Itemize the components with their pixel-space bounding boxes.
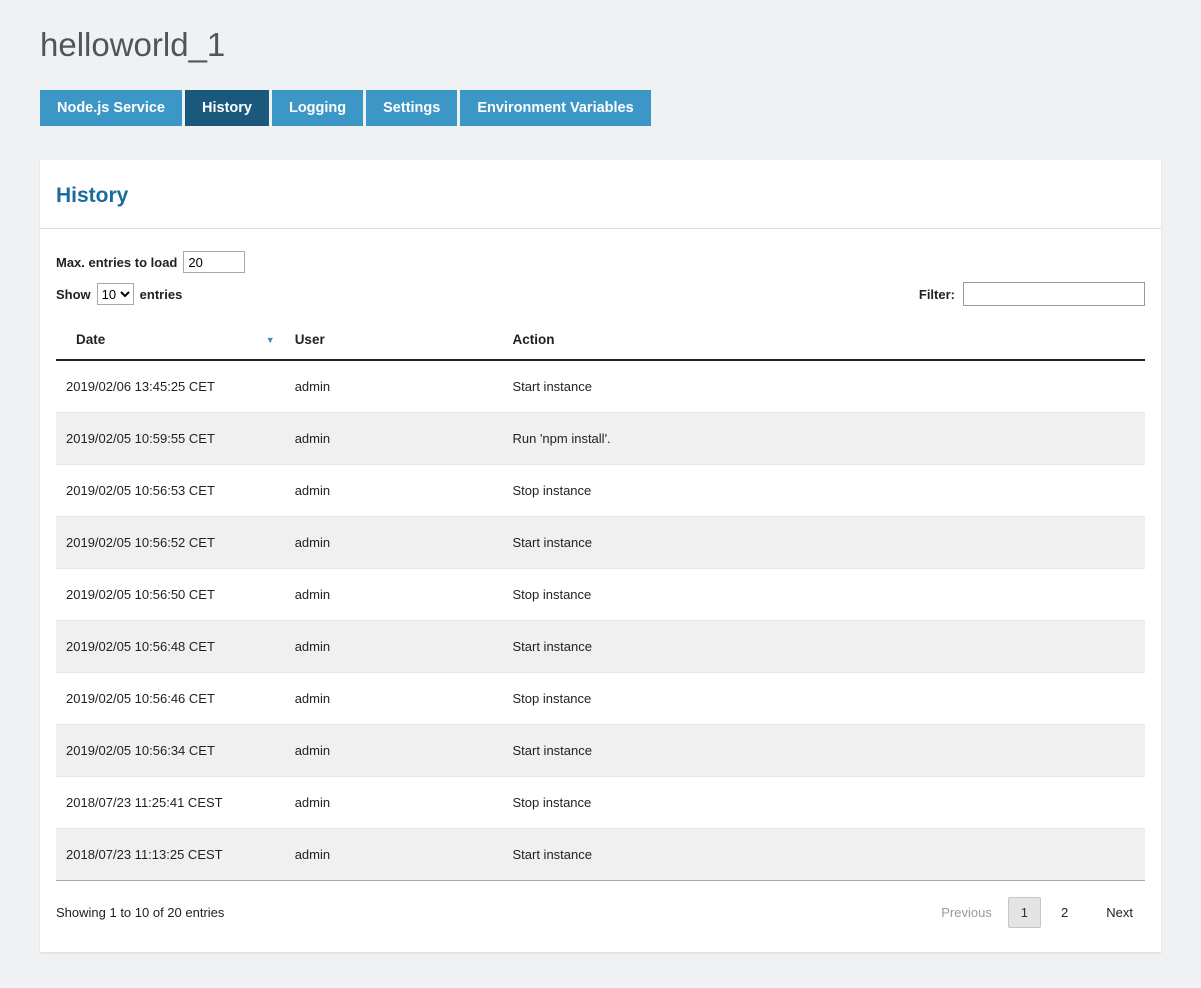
history-table-body: 2019/02/06 13:45:25 CETadminStart instan…: [56, 360, 1145, 881]
table-cell: admin: [285, 413, 503, 465]
filter-label: Filter:: [919, 287, 955, 302]
table-cell: admin: [285, 777, 503, 829]
table-cell: Start instance: [502, 829, 1145, 881]
column-header-action-label: Action: [512, 332, 554, 347]
entries-label: entries: [140, 287, 183, 302]
table-cell: 2019/02/05 10:56:50 CET: [56, 569, 285, 621]
max-entries-input[interactable]: [183, 251, 245, 273]
pagination-page-2-button[interactable]: 2: [1049, 898, 1080, 927]
tab-settings[interactable]: Settings: [366, 90, 457, 126]
show-label: Show: [56, 287, 91, 302]
table-row: 2018/07/23 11:25:41 CESTadminStop instan…: [56, 777, 1145, 829]
table-footer: Showing 1 to 10 of 20 entries Previous 1…: [56, 881, 1145, 938]
table-cell: 2019/02/05 10:56:34 CET: [56, 725, 285, 777]
table-cell: admin: [285, 569, 503, 621]
table-cell: admin: [285, 621, 503, 673]
table-cell: Start instance: [502, 725, 1145, 777]
column-header-user[interactable]: User: [285, 320, 503, 360]
page: helloworld_1 Node.js Service History Log…: [0, 0, 1201, 988]
max-entries-control: Max. entries to load: [56, 251, 1145, 273]
table-cell: 2019/02/05 10:59:55 CET: [56, 413, 285, 465]
max-entries-label: Max. entries to load: [56, 255, 177, 270]
table-cell: admin: [285, 360, 503, 413]
column-header-date-label: Date: [76, 332, 105, 347]
pagination: Previous 1 2 Next: [929, 897, 1145, 928]
panel-heading: History: [56, 184, 1145, 208]
table-cell: Stop instance: [502, 569, 1145, 621]
table-cell: 2019/02/05 10:56:53 CET: [56, 465, 285, 517]
panel-header: History: [40, 160, 1161, 229]
table-cell: 2018/07/23 11:25:41 CEST: [56, 777, 285, 829]
table-row: 2019/02/05 10:56:34 CETadminStart instan…: [56, 725, 1145, 777]
show-entries-control: Show 10 entries: [56, 283, 182, 305]
filter-input[interactable]: [963, 282, 1145, 306]
table-row: 2019/02/05 10:56:46 CETadminStop instanc…: [56, 673, 1145, 725]
table-cell: Stop instance: [502, 777, 1145, 829]
filter-control: Filter:: [919, 282, 1145, 306]
history-table: Date ▼ User Action 2019/02/06 13:45:25 C…: [56, 320, 1145, 881]
table-row: 2019/02/05 10:56:52 CETadminStart instan…: [56, 517, 1145, 569]
table-row: 2019/02/05 10:59:55 CETadminRun 'npm ins…: [56, 413, 1145, 465]
page-length-select[interactable]: 10: [97, 283, 134, 305]
history-panel: History Max. entries to load Show 10 ent…: [40, 160, 1161, 952]
table-cell: admin: [285, 673, 503, 725]
table-cell: Start instance: [502, 517, 1145, 569]
tab-logging[interactable]: Logging: [272, 90, 363, 126]
column-header-action[interactable]: Action: [502, 320, 1145, 360]
column-header-date[interactable]: Date ▼: [56, 320, 285, 360]
panel-body: Max. entries to load Show 10 entries Fil…: [40, 251, 1161, 952]
page-title: helloworld_1: [40, 26, 1161, 64]
table-cell: Stop instance: [502, 673, 1145, 725]
table-cell: admin: [285, 465, 503, 517]
table-cell: 2019/02/06 13:45:25 CET: [56, 360, 285, 413]
table-cell: 2019/02/05 10:56:46 CET: [56, 673, 285, 725]
pagination-previous-button[interactable]: Previous: [929, 898, 1004, 927]
sort-descending-icon: ▼: [266, 335, 275, 345]
table-cell: Stop instance: [502, 465, 1145, 517]
table-cell: Start instance: [502, 621, 1145, 673]
table-cell: Run 'npm install'.: [502, 413, 1145, 465]
table-cell: admin: [285, 517, 503, 569]
table-row: 2019/02/05 10:56:50 CETadminStop instanc…: [56, 569, 1145, 621]
table-cell: 2019/02/05 10:56:48 CET: [56, 621, 285, 673]
table-cell: 2018/07/23 11:13:25 CEST: [56, 829, 285, 881]
table-row: 2019/02/06 13:45:25 CETadminStart instan…: [56, 360, 1145, 413]
table-row: 2018/07/23 11:13:25 CESTadminStart insta…: [56, 829, 1145, 881]
showing-entries-info: Showing 1 to 10 of 20 entries: [56, 905, 224, 920]
pagination-next-button[interactable]: Next: [1094, 898, 1145, 927]
table-cell: Start instance: [502, 360, 1145, 413]
column-header-user-label: User: [295, 332, 325, 347]
pagination-page-1-button[interactable]: 1: [1008, 897, 1041, 928]
history-table-head: Date ▼ User Action: [56, 320, 1145, 360]
table-row: 2019/02/05 10:56:53 CETadminStop instanc…: [56, 465, 1145, 517]
tab-nodejs-service[interactable]: Node.js Service: [40, 90, 182, 126]
table-cell: admin: [285, 725, 503, 777]
tab-environment-variables[interactable]: Environment Variables: [460, 90, 650, 126]
table-cell: 2019/02/05 10:56:52 CET: [56, 517, 285, 569]
header-row: Date ▼ User Action: [56, 320, 1145, 360]
table-controls: Show 10 entries Filter:: [56, 282, 1145, 306]
tab-bar: Node.js Service History Logging Settings…: [40, 90, 1161, 126]
table-row: 2019/02/05 10:56:48 CETadminStart instan…: [56, 621, 1145, 673]
tab-history[interactable]: History: [185, 90, 269, 126]
table-cell: admin: [285, 829, 503, 881]
